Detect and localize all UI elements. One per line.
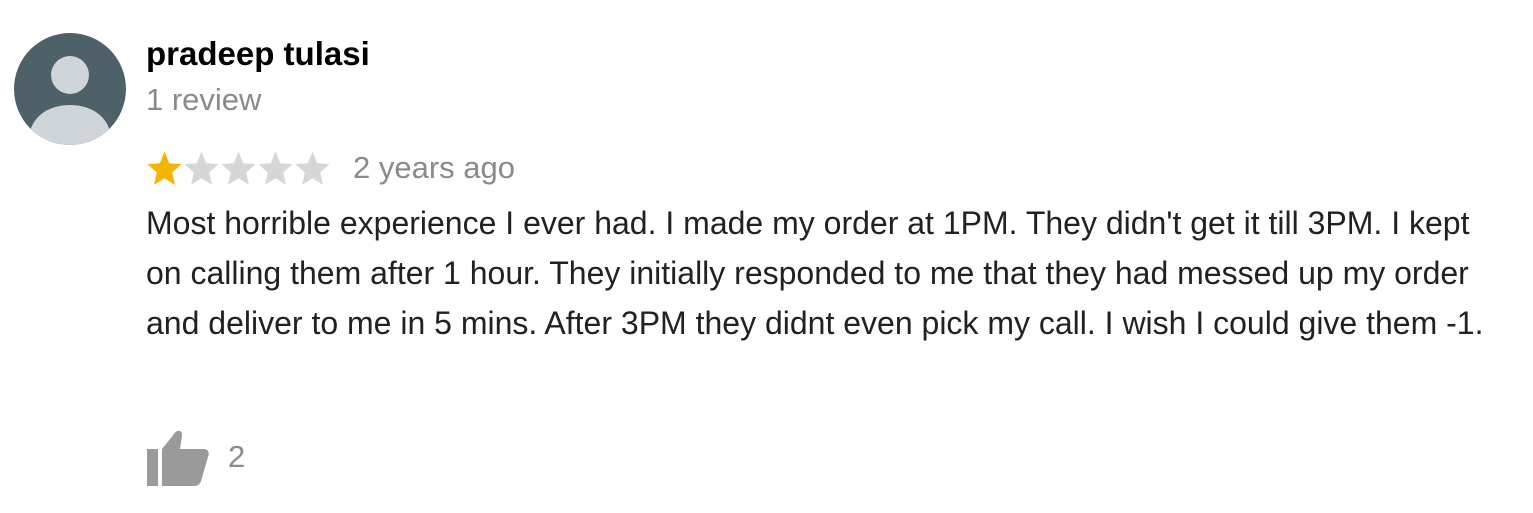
review-timestamp: 2 years ago [353,150,515,185]
like-count: 2 [228,439,246,474]
reviewer-name[interactable]: pradeep tulasi [146,30,1516,78]
like-row: 2 [146,425,245,489]
review-text: Most horrible experience I ever had. I m… [146,205,1484,341]
star-filled-icon [147,151,182,185]
review-card: pradeep tulasi 1 review 2 years ago Most… [146,30,1516,348]
star-empty-icon [295,151,330,185]
star-rating [146,150,331,187]
star-empty-icon [258,151,293,185]
rating-row: 2 years ago [146,146,1516,190]
reviewer-review-count[interactable]: 1 review [146,78,1516,122]
star-empty-icon [184,151,219,185]
thumbs-up-icon[interactable] [146,425,210,489]
default-person-avatar-icon [14,33,126,145]
star-empty-icon [221,151,256,185]
avatar[interactable] [14,33,126,145]
